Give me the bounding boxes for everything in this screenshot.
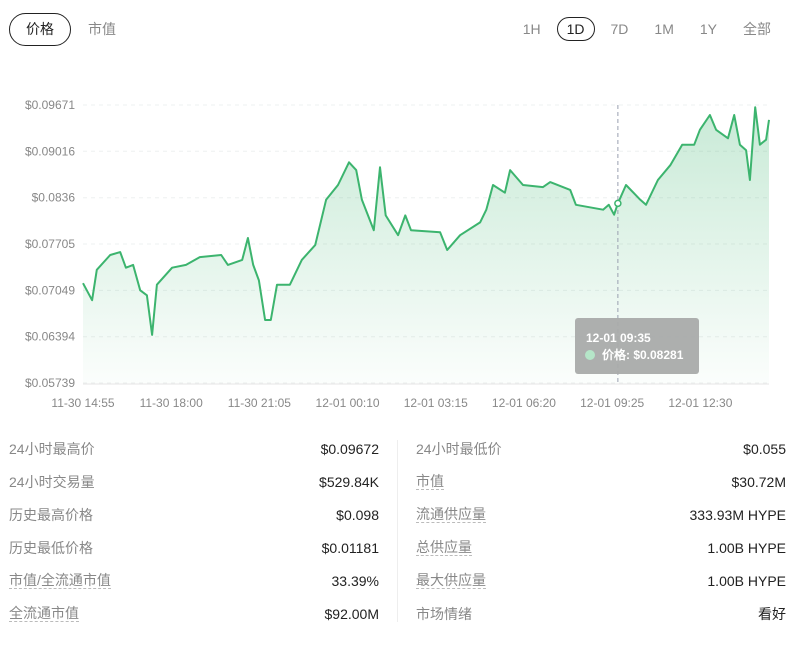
stat-label: 历史最低价格 [9,539,93,556]
stat-value: 333.93M HYPE [689,506,787,523]
hover-point [614,199,622,208]
stat-value: 33.39% [331,572,379,589]
stat-label: 历史最高价格 [9,506,93,523]
stat-row: 市值 $30.72M [416,465,786,498]
stat-row: 最大供应量 1.00B HYPE [416,564,786,597]
stat-row: 24小时交易量 $529.84K [9,465,379,498]
stat-value: $0.09672 [320,440,379,457]
x-tick-label: 11-30 21:05 [228,396,291,410]
stat-row: 流通供应量 333.93M HYPE [416,498,786,531]
y-tick-label: $0.05739 [25,376,75,390]
stat-value: $92.00M [324,605,379,622]
stat-value: $0.098 [336,506,379,523]
x-tick-label: 12-01 06:20 [492,396,556,410]
stat-value: $529.84K [319,473,379,490]
stat-row: 全流通市值 $92.00M [9,597,379,630]
stat-row: 市值/全流通市值 33.39% [9,564,379,597]
stat-row: 历史最低价格 $0.01181 [9,531,379,564]
stat-label: 市场情绪 [416,605,472,622]
stat-row: 24小时最高价 $0.09672 [9,432,379,465]
stat-label: 24小时交易量 [9,473,95,490]
x-tick-label: 11-30 14:55 [51,396,114,410]
x-tick-label: 12-01 09:25 [580,396,644,410]
y-tick-label: $0.09671 [25,98,75,112]
price-chart[interactable]: $0.09671 $0.09016 $0.0836 $0.07705 $0.07049 $… [0,0,791,420]
stat-row: 市场情绪 看好 [416,597,786,630]
stat-label[interactable]: 最大供应量 [416,572,486,589]
tooltip-value: 价格: $0.08281 [602,347,684,362]
stat-value: 1.00B HYPE [707,572,786,589]
x-tick-label: 12-01 00:10 [316,396,380,410]
stats-divider [397,440,398,622]
stat-value: 1.00B HYPE [707,539,786,556]
y-tick-label: $0.07705 [25,237,75,251]
stat-label[interactable]: 市值 [416,473,444,490]
y-tick-label: $0.0836 [32,191,76,205]
x-tick-label: 11-30 18:00 [140,396,203,410]
stat-label: 24小时最高价 [9,440,95,457]
tooltip-box [575,318,699,374]
stat-label: 24小时最低价 [416,440,502,457]
stat-value: $30.72M [731,473,786,490]
y-tick-label: $0.07049 [25,283,75,297]
stat-label[interactable]: 总供应量 [416,539,472,556]
stat-value: $0.01181 [321,539,379,556]
stat-value: 看好 [758,605,786,622]
stat-value: $0.055 [743,440,786,457]
stat-row: 历史最高价格 $0.098 [9,498,379,531]
x-tick-label: 12-01 03:15 [404,396,468,410]
tooltip-time: 12-01 09:35 [586,331,651,345]
stat-label[interactable]: 流通供应量 [416,506,486,523]
stat-label[interactable]: 全流通市值 [9,605,79,622]
stat-row: 总供应量 1.00B HYPE [416,531,786,564]
x-tick-label: 12-01 12:30 [668,396,732,410]
tooltip-dot [585,350,595,360]
stat-label[interactable]: 市值/全流通市值 [9,572,111,589]
y-tick-label: $0.06394 [25,330,75,344]
y-tick-label: $0.09016 [25,144,75,158]
stat-row: 24小时最低价 $0.055 [416,432,786,465]
